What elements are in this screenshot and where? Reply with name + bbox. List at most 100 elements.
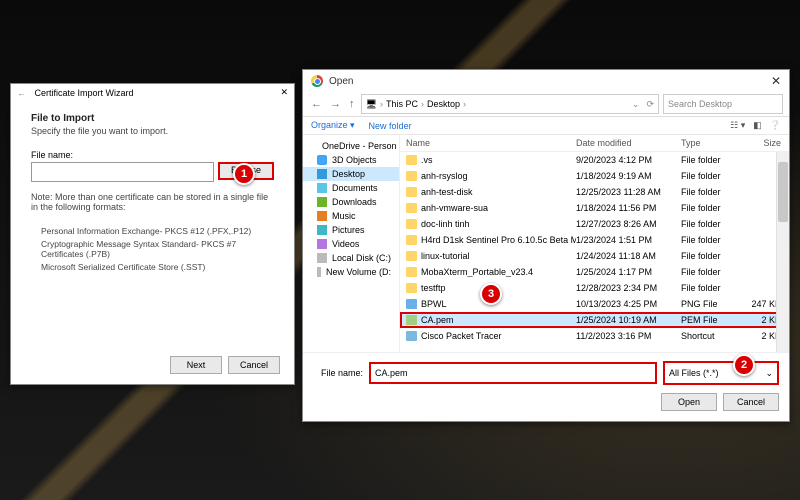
sidebar-item-label: Downloads xyxy=(332,197,377,207)
filename-label: File name: xyxy=(31,150,274,160)
wizard-subheading: Specify the file you want to import. xyxy=(31,126,274,136)
file-name: testftp xyxy=(421,283,446,293)
file-date: 9/20/2023 4:12 PM xyxy=(576,155,681,165)
help-icon[interactable]: ❔ xyxy=(770,120,781,131)
col-size-header[interactable]: Size xyxy=(741,138,789,148)
pem-icon xyxy=(406,315,417,325)
open-button[interactable]: Open xyxy=(661,393,717,411)
wizard-cancel-button[interactable]: Cancel xyxy=(228,356,280,374)
organize-menu[interactable]: Organize ▾ xyxy=(311,120,355,131)
wizard-title: Certificate Import Wizard xyxy=(35,88,134,98)
chrome-icon xyxy=(311,75,323,87)
sidebar-item-desktop[interactable]: Desktop xyxy=(303,167,399,181)
col-name-header[interactable]: Name xyxy=(400,138,576,148)
folder-icon xyxy=(406,235,417,245)
nav-back-icon[interactable]: ← xyxy=(309,98,324,110)
back-arrow-icon[interactable]: ← xyxy=(17,88,26,98)
sidebar-item-label: Videos xyxy=(332,239,359,249)
file-row[interactable]: CA.pem1/25/2024 10:19 AMPEM File2 KB xyxy=(400,312,789,328)
file-row[interactable]: BPWL10/13/2023 4:25 PMPNG File247 KB xyxy=(400,296,789,312)
close-icon[interactable]: ✕ xyxy=(280,87,288,98)
file-row[interactable]: anh-test-disk12/25/2023 11:28 AMFile fol… xyxy=(400,184,789,200)
wizard-titlebar: ← Certificate Import Wizard ✕ xyxy=(11,84,294,101)
sidebar-item-onedrive-person[interactable]: OneDrive - Person xyxy=(303,139,399,153)
folder-icon xyxy=(406,171,417,181)
file-row[interactable]: linux-tutorial1/24/2024 11:18 AMFile fol… xyxy=(400,248,789,264)
col-date-header[interactable]: Date modified xyxy=(576,138,681,148)
file-name: Cisco Packet Tracer xyxy=(421,331,502,341)
callout-1: 1 xyxy=(233,163,255,185)
filename-input[interactable] xyxy=(369,362,657,384)
dialog-cancel-button[interactable]: Cancel xyxy=(723,393,779,411)
file-name: anh-rsyslog xyxy=(421,171,468,181)
file-type: PNG File xyxy=(681,299,741,309)
music-icon xyxy=(317,211,327,221)
sidebar-item-new-volume-d-[interactable]: New Volume (D: xyxy=(303,265,399,279)
file-row[interactable]: anh-vmware-sua1/18/2024 11:56 PMFile fol… xyxy=(400,200,789,216)
col-type-header[interactable]: Type xyxy=(681,138,741,148)
folder-icon xyxy=(406,219,417,229)
nav-forward-icon[interactable]: → xyxy=(328,98,343,110)
dialog-title: Open xyxy=(329,76,353,87)
scrollbar-thumb[interactable] xyxy=(778,162,788,222)
view-options-icon[interactable]: ☷ ▾ xyxy=(730,120,745,131)
file-type: File folder xyxy=(681,235,741,245)
preview-pane-icon[interactable]: ◧ xyxy=(753,120,762,131)
file-name: H4rd D1sk Sentinel Pro 6.10.5c Beta Mult… xyxy=(421,235,576,245)
sidebar-item-videos[interactable]: Videos xyxy=(303,237,399,251)
refresh-icon[interactable]: ⟳ xyxy=(646,99,654,110)
png-icon xyxy=(406,299,417,309)
wizard-filename-input[interactable] xyxy=(31,162,214,182)
nav-up-icon[interactable]: ↑ xyxy=(347,98,357,110)
file-row[interactable]: testftp12/28/2023 2:34 PMFile folder xyxy=(400,280,789,296)
sidebar-item-pictures[interactable]: Pictures xyxy=(303,223,399,237)
format-item: Personal Information Exchange- PKCS #12 … xyxy=(41,226,274,236)
file-type: File folder xyxy=(681,251,741,261)
filename-label: File name: xyxy=(313,368,363,378)
file-type: File folder xyxy=(681,203,741,213)
file-type: File folder xyxy=(681,267,741,277)
chevron-down-icon[interactable]: ⌄ xyxy=(632,99,640,110)
folder-icon xyxy=(406,283,417,293)
sidebar-item-documents[interactable]: Documents xyxy=(303,181,399,195)
folder-icon xyxy=(406,251,417,261)
wizard-heading: File to Import xyxy=(31,113,274,124)
scrollbar[interactable] xyxy=(776,152,789,352)
callout-2: 2 xyxy=(733,354,755,376)
breadcrumb[interactable]: 🖥 › This PC › Desktop › ⌄ ⟳ xyxy=(361,94,660,114)
sidebar-item-label: Local Disk (C:) xyxy=(332,253,391,263)
sidebar-item-label: 3D Objects xyxy=(332,155,377,165)
file-type-filter[interactable]: All Files (*.*) ⌄ xyxy=(663,361,779,385)
sidebar-item-music[interactable]: Music xyxy=(303,209,399,223)
folder-icon xyxy=(406,187,417,197)
sidebar-item-downloads[interactable]: Downloads xyxy=(303,195,399,209)
file-type: File folder xyxy=(681,171,741,181)
file-row[interactable]: H4rd D1sk Sentinel Pro 6.10.5c Beta Mult… xyxy=(400,232,789,248)
file-row[interactable]: Cisco Packet Tracer11/2/2023 3:16 PMShor… xyxy=(400,328,789,344)
file-date: 12/27/2023 8:26 AM xyxy=(576,219,681,229)
breadcrumb-root[interactable]: This PC xyxy=(386,99,418,109)
sidebar-item-3d-objects[interactable]: 3D Objects xyxy=(303,153,399,167)
file-row[interactable]: MobaXterm_Portable_v23.41/25/2024 1:17 P… xyxy=(400,264,789,280)
file-row[interactable]: doc-linh tinh12/27/2023 8:26 AMFile fold… xyxy=(400,216,789,232)
file-row[interactable]: anh-rsyslog1/18/2024 9:19 AMFile folder xyxy=(400,168,789,184)
format-item: Microsoft Serialized Certificate Store (… xyxy=(41,262,274,272)
file-name: doc-linh tinh xyxy=(421,219,470,229)
pics-icon xyxy=(317,225,327,235)
breadcrumb-folder[interactable]: Desktop xyxy=(427,99,460,109)
file-type: File folder xyxy=(681,283,741,293)
new-folder-button[interactable]: New folder xyxy=(369,121,412,131)
close-icon[interactable]: ✕ xyxy=(771,74,781,88)
file-name: MobaXterm_Portable_v23.4 xyxy=(421,267,533,277)
file-row[interactable]: .vs9/20/2023 4:12 PMFile folder xyxy=(400,152,789,168)
sidebar-item-local-disk-c-[interactable]: Local Disk (C:) xyxy=(303,251,399,265)
file-name: linux-tutorial xyxy=(421,251,470,261)
disk-icon xyxy=(317,267,321,277)
file-date: 11/2/2023 3:16 PM xyxy=(576,331,681,341)
file-date: 1/25/2024 10:19 AM xyxy=(576,315,681,325)
search-input[interactable]: Search Desktop xyxy=(663,94,783,114)
callout-3: 3 xyxy=(480,283,502,305)
next-button[interactable]: Next xyxy=(170,356,222,374)
3d-icon xyxy=(317,155,327,165)
file-date: 1/18/2024 11:56 PM xyxy=(576,203,681,213)
